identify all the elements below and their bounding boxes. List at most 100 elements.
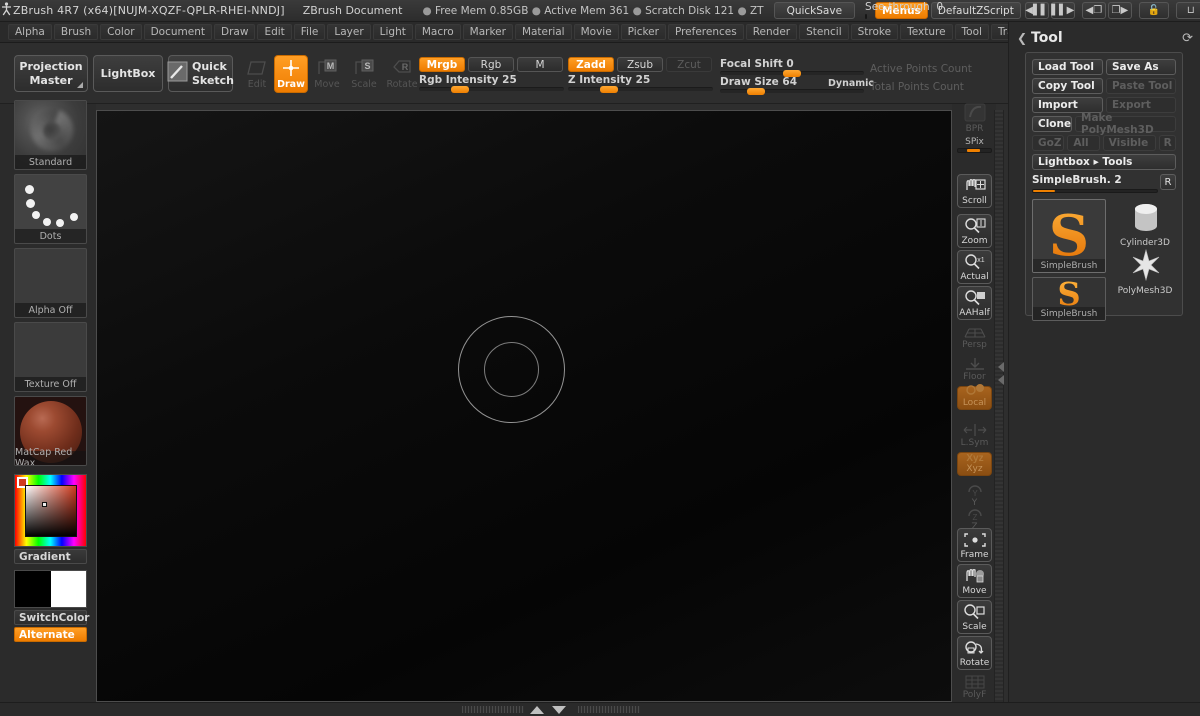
menu-item-material[interactable]: Material [514, 24, 572, 40]
menu-item-picker[interactable]: Picker [620, 24, 666, 40]
menu-item-document[interactable]: Document [143, 24, 212, 40]
lightbox-button[interactable]: LightBox [93, 55, 163, 92]
rgb-mode-m-button[interactable]: M [517, 57, 563, 72]
mode-rotate-button[interactable]: R Rotate [385, 55, 419, 93]
menu-item-stencil[interactable]: Stencil [799, 24, 849, 40]
minimize-icon[interactable]: ⊔ [1175, 2, 1200, 19]
lock-icon[interactable]: 🔓 [1138, 2, 1169, 19]
dots-stroke-thumb[interactable]: Dots [14, 174, 87, 244]
tool-tile-simplebrush-large[interactable]: S SimpleBrush [1032, 199, 1106, 273]
quicksave-button[interactable]: QuickSave [773, 2, 856, 19]
menu-item-movie[interactable]: Movie [573, 24, 619, 40]
rgb-intensity-track[interactable] [419, 87, 564, 91]
scroll-up-icon[interactable] [530, 706, 544, 714]
right-shelf-xyz-button[interactable]: Xyz Xyz [957, 452, 992, 476]
right-shelf-aahalf-button[interactable]: AAHalf [957, 286, 992, 320]
menu-item-alpha[interactable]: Alpha [8, 24, 52, 40]
tool-item-slider-track[interactable] [1032, 189, 1158, 193]
z-intensity-slider[interactable]: Z Intensity 25 [568, 74, 713, 93]
tool-tile-simplebrush-small[interactable]: S SimpleBrush [1032, 275, 1106, 321]
z-mode-zsub-button[interactable]: Zsub [617, 57, 663, 72]
right-shelf-actual-button[interactable]: x1 Actual [957, 250, 992, 284]
mode-move-button[interactable]: M Move [310, 55, 344, 93]
z-intensity-track[interactable] [568, 87, 713, 91]
right-shelf-zoom-button[interactable]: Zoom [957, 214, 992, 248]
right-shelf-move-button[interactable]: Move [957, 564, 992, 598]
mode-edit-button[interactable]: Edit [240, 55, 274, 93]
save-as-button[interactable]: Save As [1106, 59, 1176, 75]
clone-button[interactable]: Clone [1032, 116, 1072, 132]
spix-track[interactable] [957, 148, 992, 153]
quick-sketch-button[interactable]: Quick Sketch [167, 55, 234, 92]
color-picker-swatch[interactable] [14, 474, 87, 547]
menu-item-stroke[interactable]: Stroke [850, 24, 899, 40]
alternate-button[interactable]: Alternate [14, 627, 87, 642]
gradient-button[interactable]: Gradient [14, 549, 87, 564]
make-polymesh3d-button[interactable]: Make PolyMesh3D [1075, 112, 1176, 136]
primary-secondary-colors[interactable]: SwitchColor Alternate [14, 570, 90, 642]
visible-button[interactable]: Visible [1102, 135, 1157, 151]
edge-arrow-down-icon[interactable] [998, 374, 1004, 385]
draw-size-knob[interactable] [747, 88, 765, 95]
rgb-mode-rgb-button[interactable]: Rgb [468, 57, 514, 72]
draw-size-track[interactable] [720, 89, 864, 93]
lightbox-tools-button[interactable]: Lightbox ▸ Tools [1032, 154, 1176, 170]
back-arrow-icon[interactable]: ❮ [1017, 31, 1031, 45]
menu-item-light[interactable]: Light [372, 24, 413, 40]
menu-item-preferences[interactable]: Preferences [667, 24, 744, 40]
color-picker-field[interactable] [25, 485, 77, 537]
right-shelf-rotate-button[interactable]: Rotate [957, 636, 992, 670]
spix-slider[interactable]: SPix [957, 137, 992, 153]
export-button[interactable]: Export [1106, 97, 1176, 113]
menu-item-file[interactable]: File [293, 24, 326, 40]
tool-item-slider[interactable]: SimpleBrush. 2 R [1032, 174, 1176, 194]
load-tool-button[interactable]: Load Tool [1032, 59, 1103, 75]
alpha-selector[interactable]: Alpha Off [14, 248, 87, 318]
right-shelf-persp-button[interactable]: Persp [957, 322, 992, 352]
menu-item-layer[interactable]: Layer [327, 24, 371, 40]
right-shelf-polyf-button[interactable]: PolyF [957, 672, 992, 702]
standard-brush-thumb[interactable]: Standard [14, 100, 87, 170]
focal-shift-slider[interactable]: Focal Shift 0 [720, 58, 864, 77]
menu-item-edit[interactable]: Edit [257, 24, 292, 40]
menu-item-macro[interactable]: Macro [414, 24, 461, 40]
color-pair[interactable] [14, 570, 87, 608]
tool-r-button[interactable]: R [1160, 174, 1176, 190]
menu-item-render[interactable]: Render [745, 24, 798, 40]
copy-tool-button[interactable]: Copy Tool [1032, 78, 1103, 94]
right-shelf-scroll-button[interactable]: Scroll [957, 174, 992, 208]
canvas-frame[interactable] [96, 110, 952, 702]
primary-color-swatch[interactable] [15, 571, 51, 607]
rgb-intensity-slider[interactable]: Rgb Intensity 25 [419, 74, 564, 93]
see-through-track[interactable] [865, 13, 868, 19]
menu-item-texture[interactable]: Texture [900, 24, 953, 40]
prev-zscript-icon[interactable]: ◀▌▌ [1024, 2, 1049, 19]
menu-item-draw[interactable]: Draw [214, 24, 256, 40]
all-button[interactable]: All [1067, 135, 1100, 151]
color-picker[interactable]: Gradient [14, 474, 87, 564]
rgb-mode-mrgb-button[interactable]: Mrgb [419, 57, 465, 72]
rgb-intensity-knob[interactable] [451, 86, 469, 93]
projection-master-button[interactable]: Projection Master [14, 55, 88, 92]
tool-tile-polymesh3d[interactable]: PolyMesh3D [1112, 248, 1178, 297]
texture-off-thumb[interactable]: Texture Off [14, 322, 87, 392]
next-zscript-icon[interactable]: ▌▌▶ [1050, 2, 1075, 19]
secondary-color-swatch[interactable] [50, 571, 86, 607]
menu-item-color[interactable]: Color [100, 24, 142, 40]
texture-selector[interactable]: Texture Off [14, 322, 87, 392]
edge-arrow-up-icon[interactable] [998, 361, 1004, 372]
next-layout-icon[interactable]: ❐▶ [1107, 2, 1132, 19]
prev-layout-icon[interactable]: ◀❐ [1081, 2, 1106, 19]
refresh-icon[interactable]: ⟳ [1182, 31, 1193, 46]
alpha-off-thumb[interactable]: Alpha Off [14, 248, 87, 318]
right-shelf-frame-button[interactable]: Frame [957, 528, 992, 562]
right-shelf-local-button[interactable]: Local [957, 384, 992, 410]
paste-tool-button[interactable]: Paste Tool [1106, 78, 1176, 94]
spix-knob[interactable] [967, 149, 980, 152]
z-mode-zcut-button[interactable]: Zcut [666, 57, 712, 72]
z-intensity-knob[interactable] [600, 86, 618, 93]
tool-tile-cylinder3d[interactable]: Cylinder3D [1112, 201, 1178, 249]
material-selector[interactable]: MatCap Red Wax [14, 396, 87, 466]
zscript-name-button[interactable]: DefaultZScript [930, 2, 1021, 19]
dynamic-toggle-label[interactable]: Dynamic [828, 78, 874, 89]
